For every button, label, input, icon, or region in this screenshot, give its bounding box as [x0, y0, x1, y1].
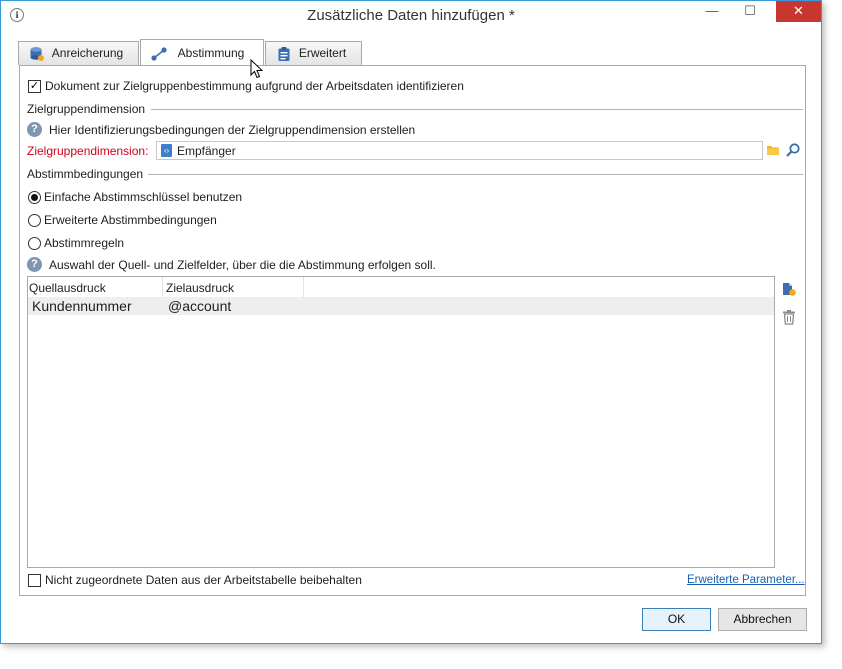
tab-label: Erweitert	[298, 46, 347, 60]
target-dimension-field[interactable]: ‹› Empfänger	[156, 141, 763, 160]
keep-unmatched-label[interactable]: Nicht zugeordnete Daten aus der Arbeitst…	[45, 573, 362, 587]
mouse-cursor-icon	[250, 59, 264, 79]
section-divider	[148, 174, 803, 175]
help-icon: ?	[27, 122, 42, 137]
close-button[interactable]: ✕	[776, 1, 821, 22]
minimize-button[interactable]: —	[699, 1, 725, 22]
section-divider	[151, 109, 803, 110]
tab-erweitert[interactable]: Erweitert	[265, 41, 362, 65]
grid-header: Quellausdruck Zielausdruck	[28, 277, 774, 297]
conditions-help-text: Auswahl der Quell- und Zielfelder, über …	[49, 258, 436, 272]
folder-icon[interactable]	[766, 143, 781, 157]
dialog-window: ℹ Zusätzliche Daten hinzufügen * — ☐ ✕ A…	[0, 0, 822, 644]
conditions-section-title: Abstimmbedingungen	[27, 167, 144, 181]
delete-icon[interactable]	[782, 309, 796, 325]
cancel-button[interactable]: Abbrechen	[718, 608, 807, 631]
reconciliation-grid[interactable]: Quellausdruck Zielausdruck Kundennummer …	[27, 276, 775, 568]
identify-document-checkbox[interactable]: ✓	[28, 80, 41, 93]
target-dimension-label: Zielgruppendimension:	[27, 144, 149, 158]
column-header-target[interactable]: Zielausdruck	[166, 281, 234, 295]
title-bar[interactable]: ℹ Zusätzliche Daten hinzufügen * — ☐ ✕	[1, 1, 821, 32]
advanced-parameters-link[interactable]: Erweiterte Parameter...	[687, 574, 805, 586]
search-icon[interactable]	[785, 142, 801, 158]
column-header-source[interactable]: Quellausdruck	[29, 281, 106, 295]
target-dimension-help-text: Hier Identifizierungsbedingungen der Zie…	[49, 123, 416, 137]
radio-simple-keys[interactable]	[28, 191, 41, 204]
row-target-cell: @account	[168, 298, 232, 314]
help-icon: ?	[27, 257, 42, 272]
window-title: Zusätzliche Daten hinzufügen *	[307, 7, 515, 24]
column-separator[interactable]	[162, 277, 163, 297]
radio-rules[interactable]	[28, 237, 41, 250]
radio-simple-keys-label[interactable]: Einfache Abstimmschlüssel benutzen	[44, 190, 242, 204]
radio-advanced-conditions-label[interactable]: Erweiterte Abstimmbedingungen	[44, 213, 217, 227]
identify-document-label[interactable]: Dokument zur Zielgruppenbestimmung aufgr…	[45, 79, 464, 93]
row-source-cell: Kundennummer	[32, 298, 132, 314]
target-dimension-value: Empfänger	[177, 144, 236, 158]
column-separator[interactable]	[303, 277, 304, 297]
maximize-button[interactable]: ☐	[737, 1, 763, 22]
tab-label: Anreicherung	[51, 46, 124, 60]
tab-anreicherung[interactable]: Anreicherung	[18, 41, 139, 65]
radio-advanced-conditions[interactable]	[28, 214, 41, 227]
tab-abstimmung[interactable]: Abstimmung	[140, 39, 264, 65]
tab-label: Abstimmung	[177, 46, 245, 60]
schema-icon: ‹›	[161, 144, 172, 157]
target-dimension-section-title: Zielgruppendimension	[27, 102, 146, 116]
radio-rules-label[interactable]: Abstimmregeln	[44, 236, 124, 250]
add-row-icon[interactable]	[781, 281, 797, 297]
ok-button[interactable]: OK	[642, 608, 711, 631]
keep-unmatched-checkbox[interactable]	[28, 574, 41, 587]
table-row[interactable]: Kundennummer @account	[28, 297, 774, 315]
